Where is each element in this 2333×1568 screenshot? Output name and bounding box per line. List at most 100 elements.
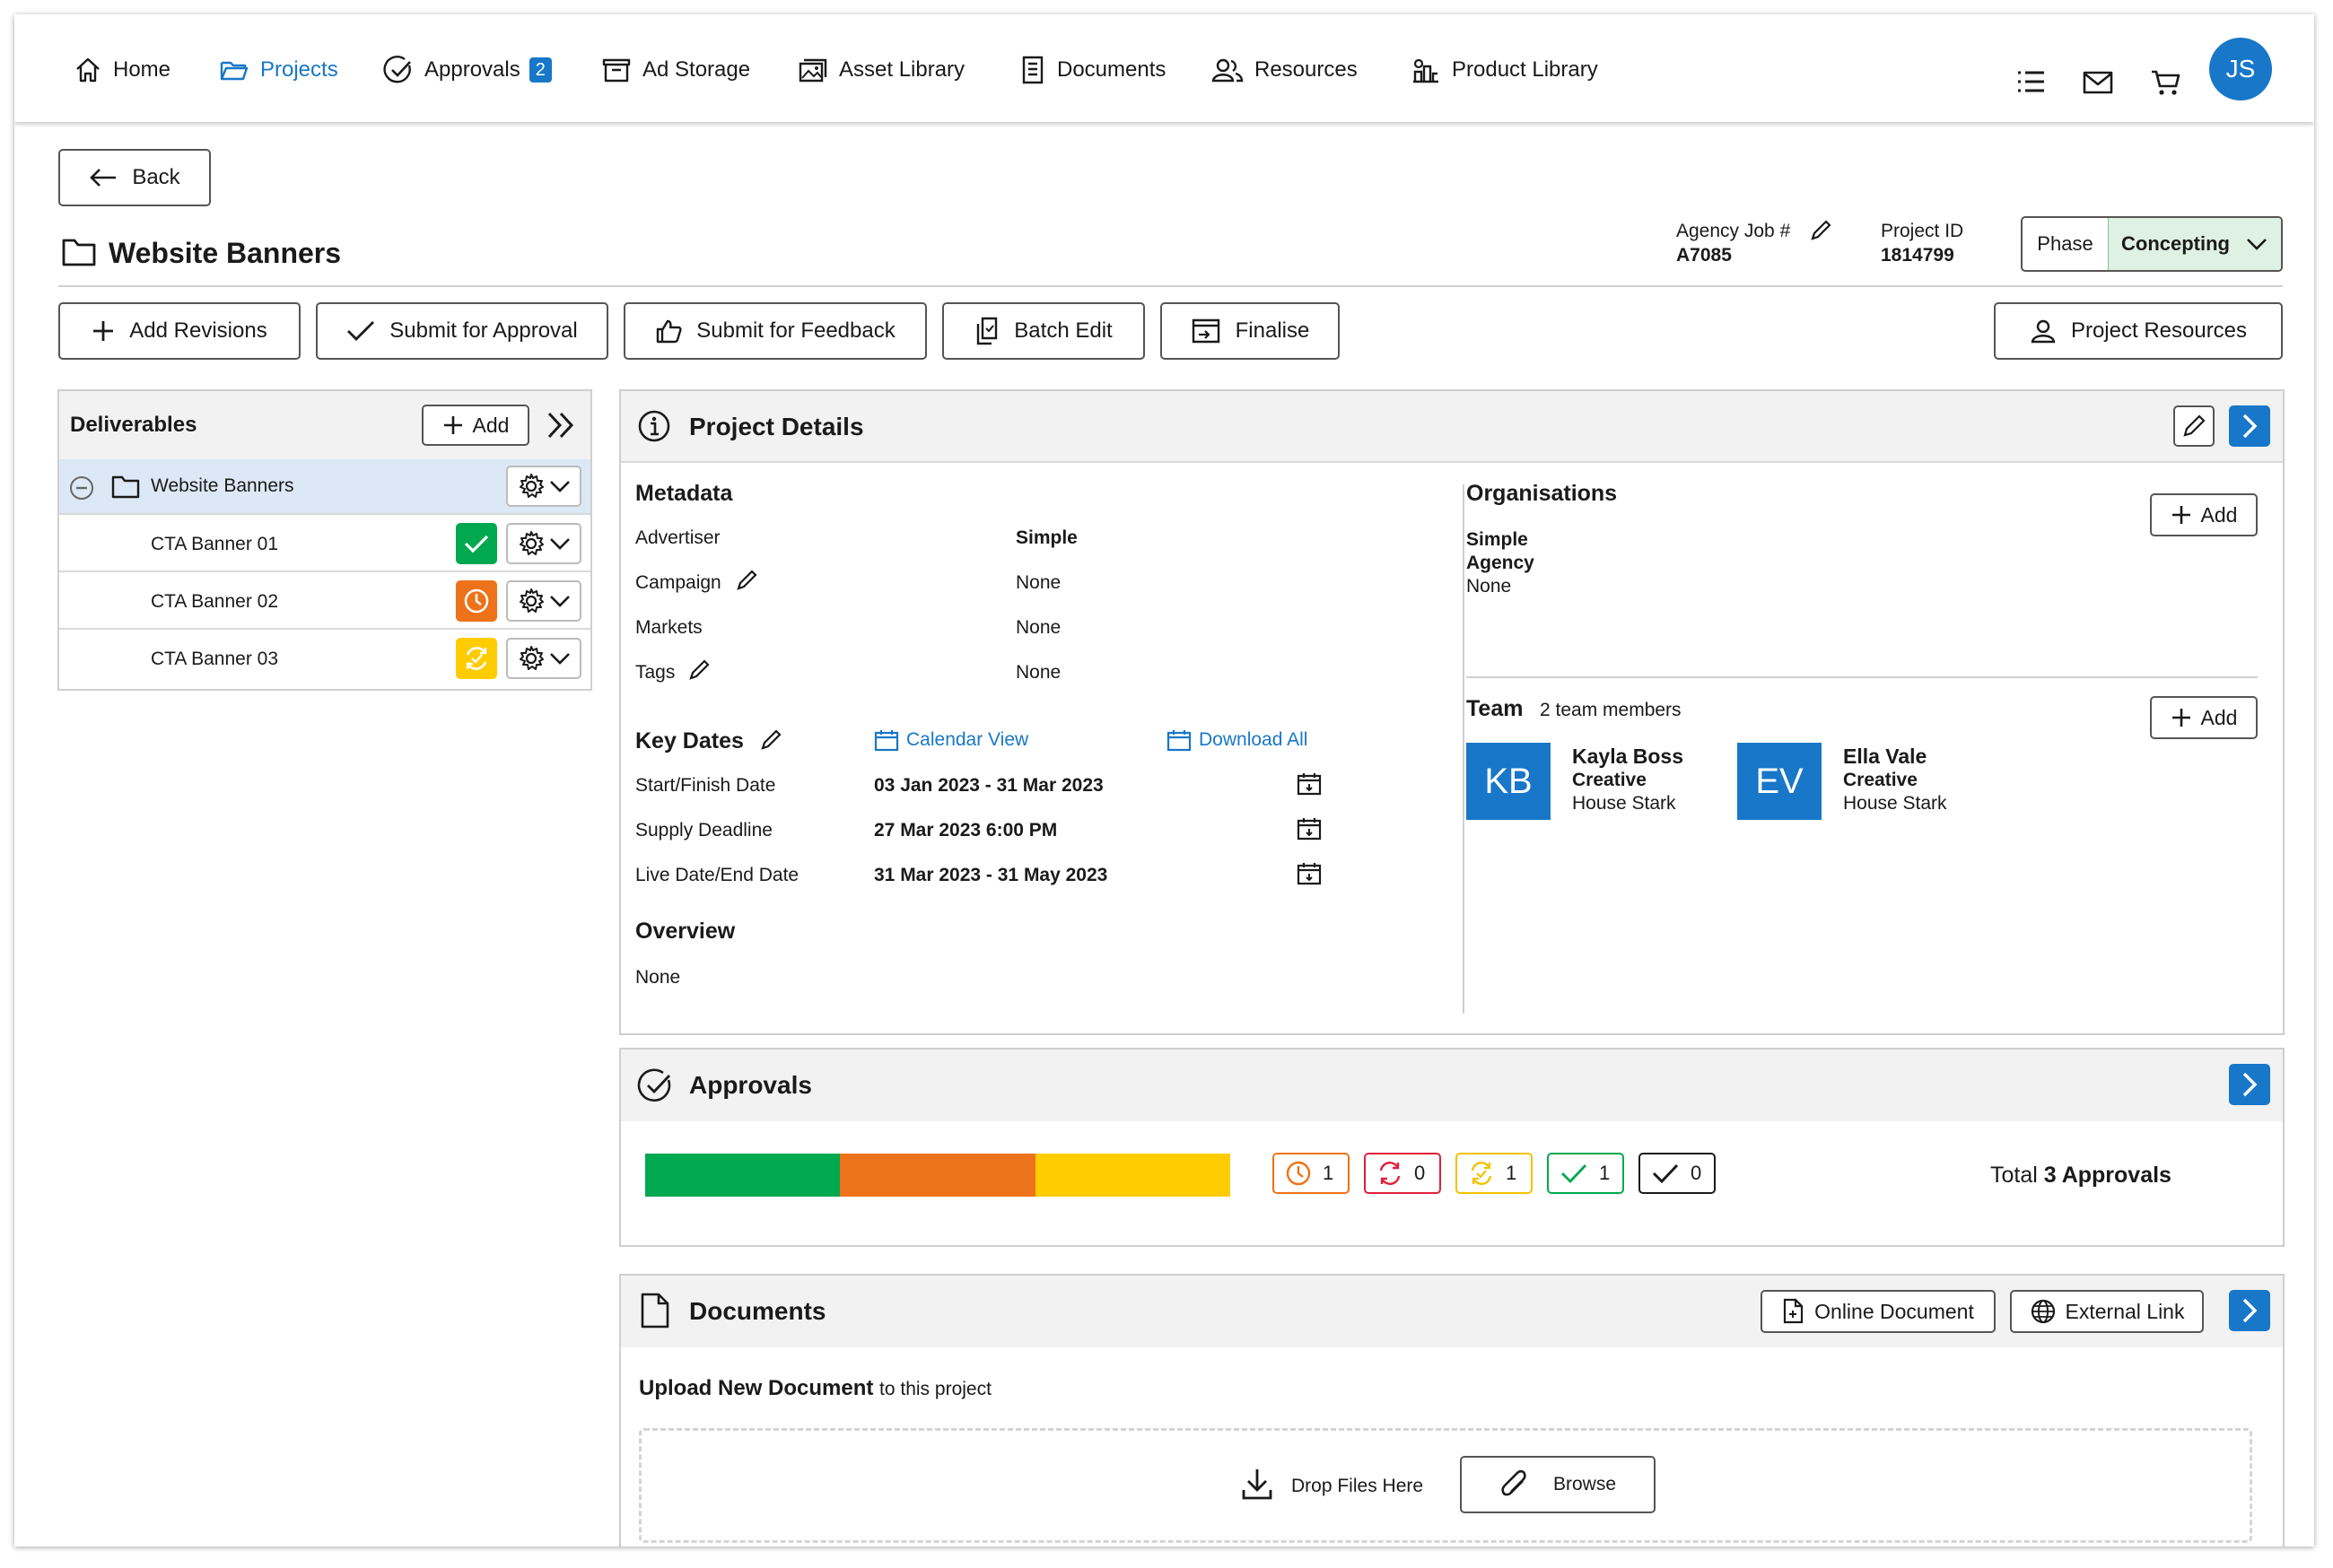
clock-icon (464, 588, 489, 614)
total-prefix: Total (1990, 1163, 2038, 1188)
tree-row-cta-banner-02[interactable]: CTA Banner 02 (59, 574, 590, 630)
edit-project-details-button[interactable] (2173, 405, 2215, 447)
nav-approvals-label: Approvals (424, 57, 520, 82)
add-to-calendar-icon[interactable] (1296, 771, 1323, 797)
open-project-details-button[interactable] (2229, 405, 2270, 447)
expand-panel-button[interactable] (546, 411, 576, 440)
tree-root-label: Website Banners (151, 475, 294, 496)
progress-segment-pending (840, 1154, 1035, 1197)
nav-projects[interactable]: Projects (219, 52, 338, 88)
root-settings-menu[interactable] (506, 466, 581, 507)
nav-home[interactable]: Home (74, 52, 170, 88)
add-revisions-button[interactable]: Add Revisions (58, 302, 301, 360)
tree-row-cta-banner-03[interactable]: CTA Banner 03 (59, 632, 590, 687)
download-all-label: Download All (1199, 729, 1308, 750)
tree-row-cta-banner-01[interactable]: CTA Banner 01 (59, 517, 590, 572)
rejected-count-chip[interactable]: 0 (1364, 1153, 1441, 1194)
gear-icon (520, 474, 544, 498)
nav-approvals[interactable]: Approvals 2 (383, 52, 552, 88)
submit-for-approval-button[interactable]: Submit for Approval (316, 302, 608, 360)
edit-key-dates-button[interactable] (759, 728, 782, 752)
file-dropzone[interactable]: Drop Files Here Browse (639, 1428, 2252, 1543)
deliverable-settings-menu[interactable] (506, 638, 581, 679)
finalise-label: Finalise (1235, 318, 1310, 343)
user-avatar[interactable]: JS (2209, 38, 2272, 100)
nav-projects-label: Projects (260, 57, 338, 82)
approvals-progress-bar (645, 1154, 1230, 1197)
edit-campaign-button[interactable] (735, 569, 758, 592)
collapse-icon[interactable] (68, 475, 95, 501)
add-deliverable-button[interactable]: Add (422, 405, 529, 446)
deliverable-settings-menu[interactable] (506, 523, 581, 564)
tree-row-root[interactable]: Website Banners (59, 459, 590, 515)
upload-heading-suffix: to this project (879, 1379, 992, 1399)
project-details-panel: Project Details Metadata Advertiser Simp… (619, 389, 2285, 1035)
people-icon (1211, 58, 1244, 83)
edit-agency-job-button[interactable] (1809, 219, 1832, 242)
project-resources-button[interactable]: Project Resources (1994, 302, 2283, 360)
document-icon (1022, 56, 1044, 84)
nav-product-library[interactable]: Product Library (1411, 52, 1598, 88)
finalise-button[interactable]: Finalise (1160, 302, 1340, 360)
organisations-heading: Organisations (1466, 481, 1618, 506)
calendar-view-link[interactable]: Calendar View (874, 728, 1028, 752)
status-pending-badge (456, 580, 497, 622)
team-member-avatar[interactable]: KB (1466, 743, 1551, 820)
online-document-button[interactable]: Online Document (1761, 1290, 1996, 1333)
browse-button[interactable]: Browse (1460, 1456, 1656, 1513)
in-progress-count-chip[interactable]: 1 (1455, 1153, 1533, 1194)
progress-icon (1471, 1162, 1492, 1185)
add-team-member-label: Add (2200, 705, 2238, 729)
nav-ad-storage-label: Ad Storage (642, 57, 751, 82)
phase-selector[interactable]: Phase Concepting (2021, 216, 2283, 272)
cart-button[interactable] (2150, 68, 2182, 97)
nav-documents[interactable]: Documents (1019, 52, 1166, 88)
nav-resources[interactable]: Resources (1211, 52, 1358, 88)
team-member-role: Creative (1843, 770, 1918, 790)
folder-icon (111, 475, 140, 499)
nav-asset-library[interactable]: Asset Library (798, 52, 965, 88)
progress-segment-approved (645, 1154, 841, 1197)
deliverable-settings-menu[interactable] (506, 580, 581, 622)
external-link-button[interactable]: External Link (2010, 1290, 2204, 1333)
nav-resources-label: Resources (1254, 57, 1358, 82)
progress-segment-in-progress (1035, 1154, 1230, 1197)
submit-for-feedback-button[interactable]: Submit for Feedback (624, 302, 927, 360)
folder-icon (62, 239, 96, 266)
check-icon (1561, 1164, 1587, 1184)
gear-icon (520, 531, 544, 555)
nav-ad-storage[interactable]: Ad Storage (601, 52, 750, 88)
team-member-avatar[interactable]: EV (1737, 743, 1822, 820)
final-count-chip[interactable]: 0 (1638, 1153, 1716, 1194)
finalise-icon (1192, 318, 1219, 344)
open-approvals-button[interactable] (2229, 1064, 2270, 1105)
cart-icon (2152, 70, 2180, 95)
add-organisation-label: Add (2200, 502, 2238, 527)
batch-edit-button[interactable]: Batch Edit (942, 302, 1145, 360)
refresh-icon (1379, 1162, 1401, 1185)
add-to-calendar-icon[interactable] (1296, 816, 1323, 841)
pending-count: 1 (1323, 1162, 1334, 1184)
online-document-label: Online Document (1814, 1299, 1974, 1323)
list-icon (2018, 71, 2044, 92)
phase-value[interactable]: Concepting (2108, 218, 2281, 270)
open-documents-button[interactable] (2229, 1290, 2270, 1331)
add-to-calendar-icon[interactable] (1296, 861, 1323, 886)
list-view-button[interactable] (2015, 68, 2046, 95)
edit-tags-button[interactable] (687, 658, 711, 682)
approvals-title: Approvals (689, 1071, 812, 1099)
organisation-name: Simple (1466, 529, 1528, 550)
approved-count-chip[interactable]: 1 (1547, 1153, 1624, 1194)
add-team-member-button[interactable]: Add (2150, 696, 2258, 739)
back-button[interactable]: Back (58, 149, 211, 206)
advertiser-value: Simple (1016, 527, 1078, 548)
team-member-name: Kayla Boss (1572, 745, 1684, 768)
gear-icon (520, 646, 544, 670)
add-organisation-button[interactable]: Add (2150, 493, 2258, 536)
messages-button[interactable] (2082, 70, 2114, 95)
nav-home-label: Home (113, 57, 171, 82)
header-divider (58, 285, 2283, 287)
pending-count-chip[interactable]: 1 (1272, 1153, 1350, 1194)
markets-value: None (1016, 617, 1062, 638)
download-all-link[interactable]: Download All (1166, 728, 1307, 752)
